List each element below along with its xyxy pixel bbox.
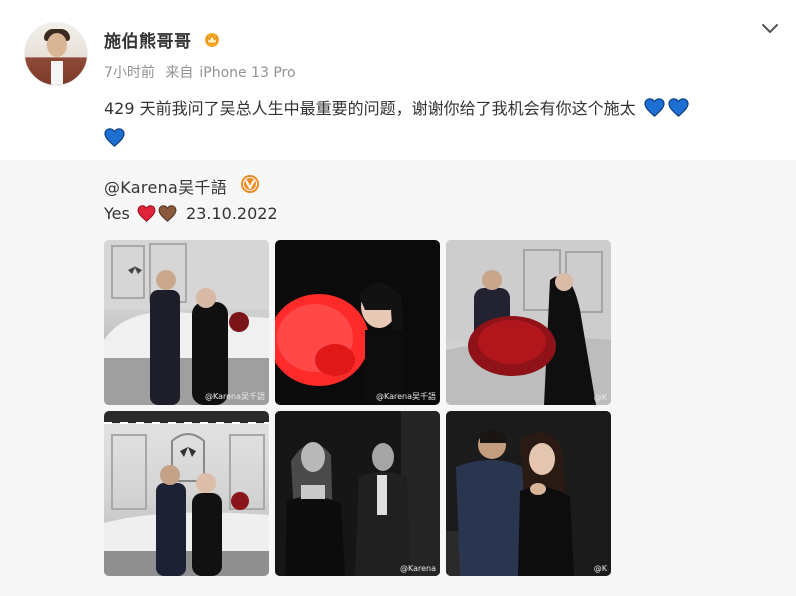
photo-3-scene	[446, 240, 611, 405]
photo-1-scene	[104, 240, 269, 405]
post-text-content: 429 天前我问了吴总人生中最重要的问题，谢谢你给了我机会有你这个施太	[104, 99, 636, 118]
blue-heart-icon	[104, 128, 125, 147]
red-heart-icon	[137, 205, 156, 222]
verified-icon	[241, 175, 259, 193]
blue-heart-icon	[644, 98, 665, 117]
photo-2[interactable]: @Karena吴千語	[275, 240, 440, 405]
photo-5[interactable]: @Karena	[275, 411, 440, 576]
avatar[interactable]	[24, 22, 88, 86]
repost-text-prefix: Yes	[104, 204, 130, 223]
photo-3[interactable]: @K	[446, 240, 611, 405]
photo-grid: @Karena吴千語 @Karena吴千語 @K @Karena @K	[104, 240, 611, 576]
photo-6-scene	[446, 411, 611, 576]
photo-6[interactable]: @K	[446, 411, 611, 576]
blue-heart-icon	[668, 98, 689, 117]
avatar-face	[47, 33, 67, 57]
crown-icon	[205, 33, 219, 47]
photo-5-scene	[275, 411, 440, 576]
repost-date: 23.10.2022	[186, 204, 278, 223]
repost-author[interactable]: @Karena吴千語	[104, 174, 227, 198]
repost-text: Yes 23.10.2022	[104, 204, 278, 223]
photo-watermark: @K	[593, 393, 607, 402]
photo-watermark: @Karena吴千語	[204, 392, 265, 401]
photo-4-scene	[104, 411, 269, 576]
brown-heart-icon	[158, 205, 177, 222]
photo-watermark: @Karena	[399, 564, 436, 573]
photo-watermark: @Karena吴千語	[375, 392, 436, 401]
post-time[interactable]: 7小时前	[104, 65, 155, 81]
repost-section[interactable]: @Karena吴千語 Yes 23.10.2022 @Karena吴千語 @Ka…	[0, 160, 796, 596]
username[interactable]: 施伯熊哥哥	[104, 27, 192, 52]
source-prefix: 来自	[165, 65, 194, 81]
post-meta: 7小时前 来自 iPhone 13 Pro	[104, 62, 302, 82]
photo-1[interactable]: @Karena吴千語	[104, 240, 269, 405]
chevron-down-icon[interactable]	[760, 18, 780, 38]
weibo-post-card: 施伯熊哥哥 7小时前 来自 iPhone 13 Pro 429 天前我问了吴总人生…	[0, 0, 796, 596]
photo-watermark: @K	[593, 564, 607, 573]
post-text: 429 天前我问了吴总人生中最重要的问题，谢谢你给了我机会有你这个施太	[104, 94, 784, 154]
source-device: iPhone 13 Pro	[199, 65, 296, 81]
photo-4[interactable]	[104, 411, 269, 576]
avatar-shirt	[51, 61, 63, 85]
photo-2-scene	[275, 283, 405, 405]
